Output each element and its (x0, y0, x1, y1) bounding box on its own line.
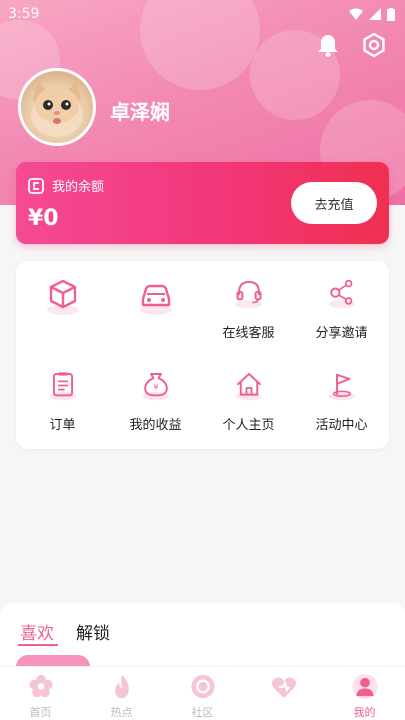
user-icon (351, 673, 378, 700)
grid-item-share-invite[interactable]: 分享邀请 (295, 261, 388, 341)
tab-like[interactable]: 喜欢 (20, 619, 54, 644)
tab-unlock[interactable]: 解锁 (76, 619, 110, 644)
grid-item-homepage[interactable]: 个人主页 (202, 353, 295, 433)
nav-item-favorites[interactable] (243, 667, 324, 720)
nav-item-home[interactable]: 首页 (0, 667, 81, 720)
recharge-button[interactable]: 去充值 (291, 182, 377, 224)
svg-text:¥: ¥ (153, 382, 158, 392)
status-bar: 3:59 (0, 0, 405, 28)
balance-amount: ¥0 (28, 206, 59, 231)
avatar[interactable] (18, 68, 96, 146)
flower-icon (28, 674, 53, 698)
home-icon (235, 372, 262, 401)
money-bag-icon: ¥ (142, 372, 169, 401)
grid-item-customer-service[interactable]: 在线客服 (202, 261, 295, 341)
heart-icon (271, 677, 296, 698)
feature-grid: 在线客服 分享邀请 订单 ¥ 我的收益 个人主页 活动中心 (16, 261, 389, 449)
category-chips (0, 653, 405, 667)
flag-icon (328, 373, 355, 401)
active-tab-indicator (18, 644, 58, 646)
grid-item-car[interactable] (109, 261, 202, 341)
nav-item-hot[interactable]: 热点 (81, 667, 162, 720)
status-time: 3:59 (8, 6, 40, 22)
balance-title: 我的余额 (52, 180, 105, 195)
grid-item-cube[interactable] (16, 261, 109, 341)
bell-icon[interactable] (315, 32, 341, 58)
nav-item-community[interactable]: 社区 (162, 667, 243, 720)
nav-item-mine[interactable]: 我的 (324, 667, 405, 720)
battery-icon (387, 7, 395, 21)
grid-item-activity-center[interactable]: 活动中心 (295, 353, 388, 433)
signal-icon (369, 8, 381, 20)
bottom-nav: 首页 热点 社区 我的 (0, 666, 405, 720)
cube-icon (46, 279, 79, 315)
balance-card: 我的余额 ¥0 去充值 (16, 162, 389, 244)
clipboard-icon (49, 372, 76, 401)
car-icon (139, 284, 172, 315)
wallet-icon (28, 177, 44, 194)
username: 卓泽娴 (110, 100, 170, 124)
grid-item-earnings[interactable]: ¥ 我的收益 (109, 353, 202, 433)
cat-avatar-image (31, 81, 83, 137)
flame-icon (114, 674, 129, 699)
share-icon (328, 279, 355, 309)
grid-item-orders[interactable]: 订单 (16, 353, 109, 433)
headset-icon (235, 280, 262, 309)
wifi-icon (349, 8, 363, 20)
community-icon (190, 674, 215, 699)
settings-icon[interactable] (361, 32, 387, 58)
